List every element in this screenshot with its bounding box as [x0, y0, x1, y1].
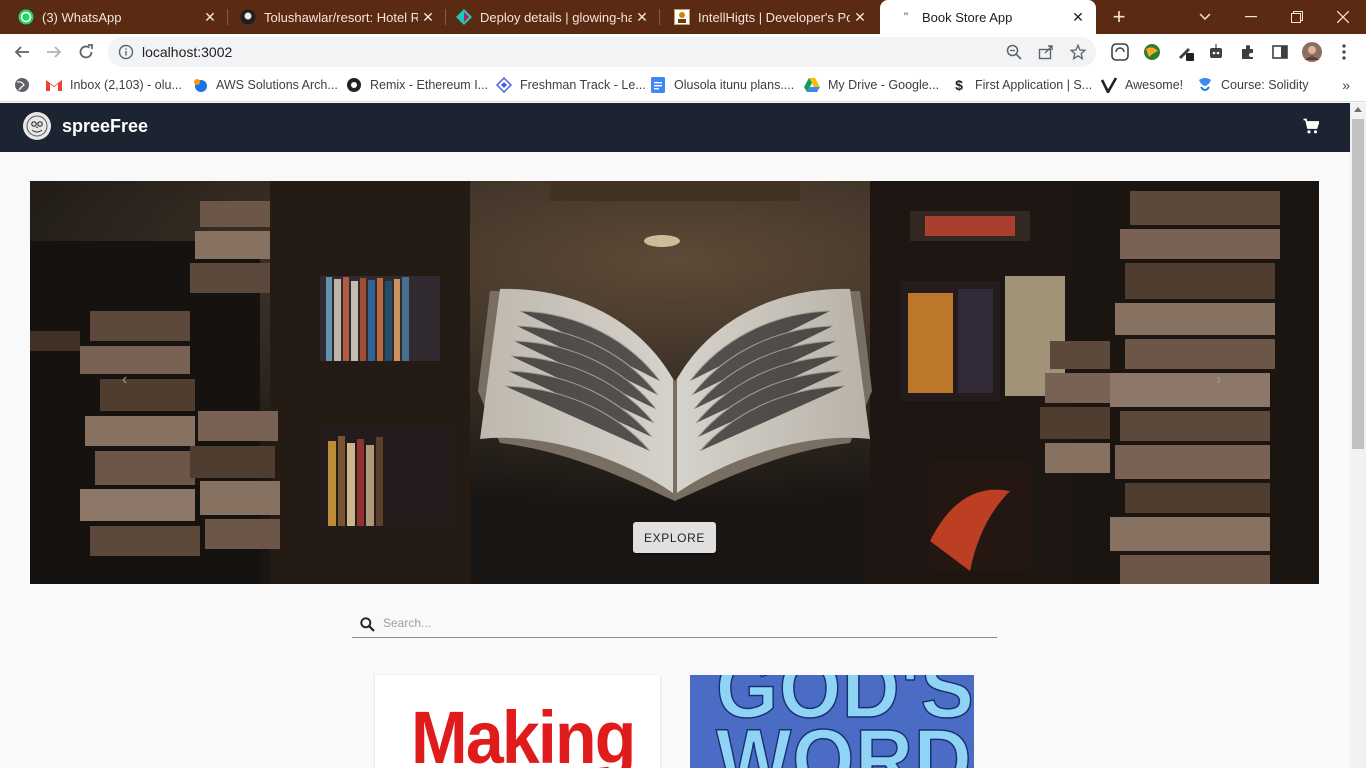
gmail-icon [46, 77, 62, 93]
side-panel-icon[interactable] [1270, 42, 1290, 62]
scrollbar-thumb[interactable] [1352, 119, 1364, 449]
bookmark-awesome[interactable]: Awesome! [1101, 77, 1183, 93]
apps-globe-icon[interactable] [14, 77, 38, 93]
bookmark-remix[interactable]: Remix - Ethereum I... [346, 77, 488, 93]
bookmark-label: AWS Solutions Arch... [216, 78, 338, 92]
tab-title: (3) WhatsApp [42, 9, 122, 25]
portfolio-icon [674, 9, 690, 25]
globe-extension-icon[interactable] [1142, 42, 1162, 62]
address-bar[interactable]: localhost:3002 [108, 37, 1096, 67]
reload-icon[interactable] [72, 38, 100, 66]
tab-close-icon[interactable]: ✕ [418, 9, 438, 26]
aws-icon [192, 77, 208, 93]
netlify-icon [456, 9, 472, 25]
bookmark-star-icon[interactable] [1068, 42, 1088, 62]
tab-whatsapp[interactable]: (3) WhatsApp ✕ [0, 0, 228, 34]
tab-title: IntellHigts | Developer's Port [698, 9, 850, 25]
tab-title: Book Store App [922, 9, 1013, 25]
bookmark-freshman[interactable]: Freshman Track - Le... [496, 77, 646, 93]
new-tab-plus-icon[interactable]: + [1107, 5, 1131, 29]
bookmark-label: First Application | S... [975, 78, 1093, 92]
bookmarks-bar: Inbox (2,103) - olu... AWS Solutions Arc… [0, 70, 1366, 102]
pen-extension-icon[interactable] [1176, 42, 1196, 62]
bookmark-label: Awesome! [1125, 78, 1184, 92]
bookmark-gmail[interactable]: Inbox (2,103) - olu... [46, 77, 182, 93]
bookmark-solidity[interactable]: Course: Solidity [1197, 77, 1309, 93]
bookmark-label: Olusola itunu plans.... [674, 78, 795, 92]
bookmark-label: My Drive - Google... [828, 78, 940, 92]
scroll-up-arrow-icon[interactable] [1354, 107, 1362, 112]
back-arrow-icon[interactable] [8, 38, 36, 66]
book-search [352, 612, 997, 638]
brand-title[interactable]: spreeFree [62, 116, 148, 137]
tab-close-icon[interactable]: ✕ [200, 9, 220, 26]
close-window-icon[interactable] [1320, 0, 1366, 34]
site-info-icon[interactable] [118, 44, 134, 65]
book-cover-title: GOD'S WORD [715, 675, 974, 768]
browser-toolbar: localhost:3002 [0, 34, 1366, 70]
explore-button[interactable]: EXPLORE [633, 522, 716, 553]
chrome-menu-icon[interactable] [1334, 42, 1354, 62]
restore-icon[interactable] [1274, 0, 1320, 34]
puzzle-extensions-icon[interactable] [1238, 42, 1258, 62]
tab-close-icon[interactable]: ✕ [632, 9, 652, 26]
whatsapp-icon [18, 9, 34, 25]
tab-book-store-app[interactable]: " Book Store App ✕ [880, 0, 1096, 34]
book-cover-title: Making [411, 696, 636, 768]
docs-icon [650, 77, 666, 93]
freshman-icon [496, 77, 512, 93]
zoom-icon[interactable] [1004, 42, 1024, 62]
tab-close-icon[interactable]: ✕ [1068, 9, 1088, 26]
book-card[interactable]: Making [375, 675, 660, 768]
bookmark-label: Course: Solidity [1221, 78, 1309, 92]
check-icon [1101, 77, 1117, 93]
search-icon [360, 617, 375, 637]
hero-carousel: ‹ › EXPLORE [30, 181, 1319, 584]
bookmark-label: Remix - Ethereum I... [370, 78, 489, 92]
profile-avatar[interactable] [1302, 42, 1322, 62]
tab-title: Deploy details | glowing-hau [480, 9, 632, 25]
remix-icon [346, 77, 362, 93]
owl-logo-icon[interactable] [23, 112, 51, 140]
dollar-icon: $ [955, 77, 963, 93]
robot-extension-icon[interactable] [1206, 42, 1226, 62]
book-card[interactable]: GOD'S WORD [690, 675, 974, 768]
share-icon[interactable] [1036, 42, 1056, 62]
quote-icon: " [903, 10, 909, 24]
bookmark-docs[interactable]: Olusola itunu plans.... [650, 77, 794, 93]
page-scrollbar[interactable] [1350, 103, 1366, 768]
solidity-icon [1197, 77, 1213, 93]
drive-icon [804, 77, 820, 93]
bookmark-drive[interactable]: My Drive - Google... [804, 77, 939, 93]
bookmark-first-application[interactable]: $ First Application | S... [951, 77, 1092, 93]
minimize-icon[interactable] [1228, 0, 1274, 34]
shopping-cart-icon[interactable] [1303, 118, 1320, 139]
bookmark-label: Inbox (2,103) - olu... [70, 78, 182, 92]
tab-close-icon[interactable]: ✕ [850, 9, 870, 26]
url-text: localhost:3002 [142, 44, 233, 60]
forward-arrow-icon[interactable] [40, 38, 68, 66]
tab-title: Tolushawlar/resort: Hotel Res [264, 9, 418, 25]
app-header: spreeFree [0, 103, 1350, 152]
github-icon [240, 9, 256, 25]
tab-portfolio[interactable]: IntellHigts | Developer's Port ✕ [656, 0, 878, 34]
bookmark-aws[interactable]: AWS Solutions Arch... [192, 77, 338, 93]
tab-github[interactable]: Tolushawlar/resort: Hotel Res ✕ [222, 0, 446, 34]
bookmark-label: Freshman Track - Le... [520, 78, 646, 92]
search-input[interactable] [383, 616, 983, 630]
bookmarks-overflow-chevron[interactable]: » [1342, 77, 1350, 93]
carousel-prev-arrow[interactable]: ‹ [122, 371, 127, 389]
carousel-next-arrow[interactable]: › [1216, 371, 1221, 389]
tab-search-chevron-icon[interactable] [1182, 0, 1228, 34]
sync-extension-icon[interactable] [1110, 42, 1130, 62]
browser-tab-strip: (3) WhatsApp ✕ Tolushawlar/resort: Hotel… [0, 0, 1366, 34]
tab-netlify[interactable]: Deploy details | glowing-hau ✕ [438, 0, 660, 34]
